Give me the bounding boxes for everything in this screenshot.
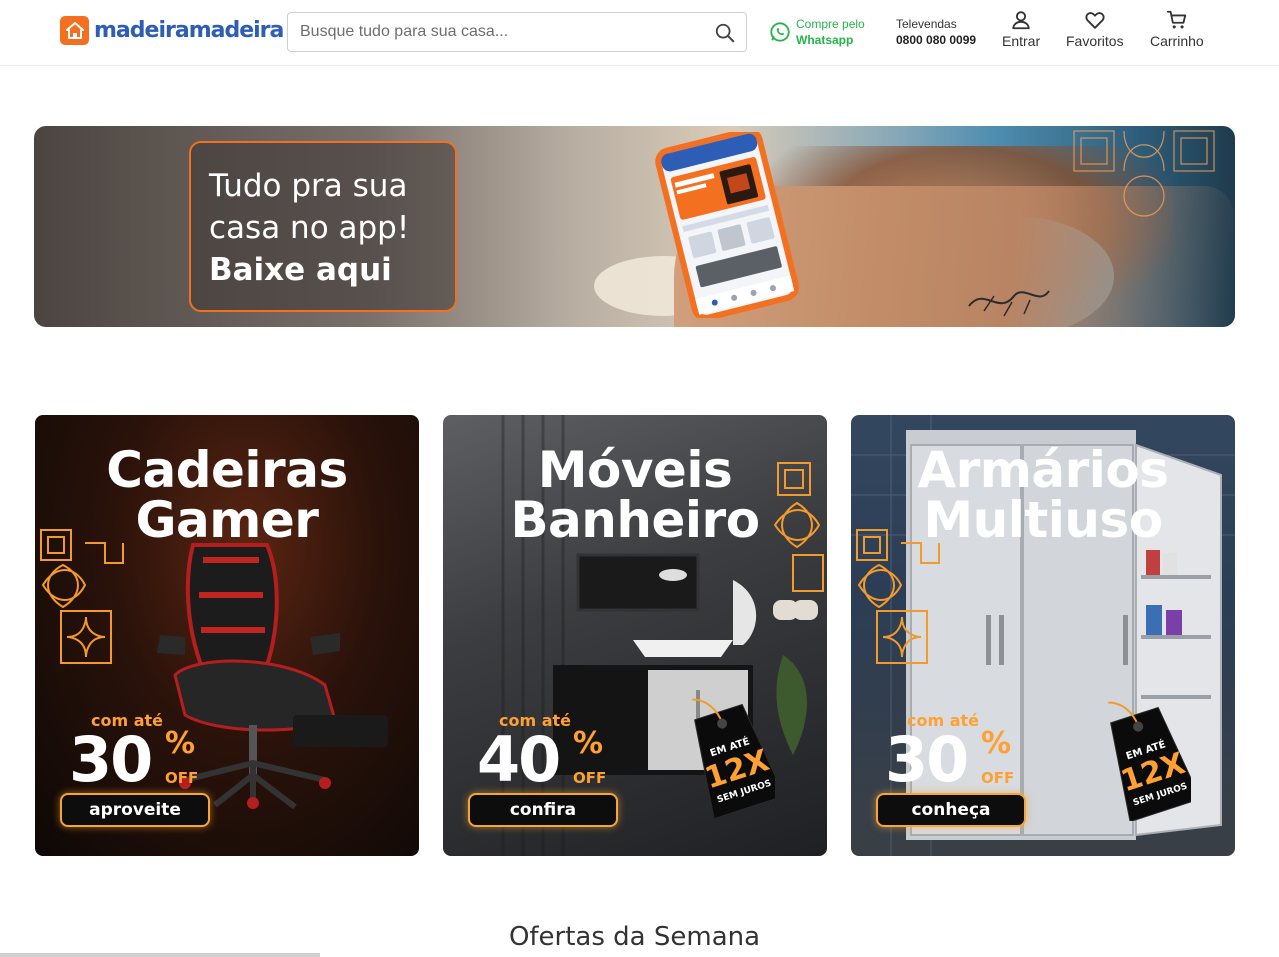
whatsapp-line1: Compre pelo xyxy=(796,17,865,31)
televendas[interactable]: Televendas 0800 080 0099 xyxy=(896,16,976,48)
whatsapp-line2: Whatsapp xyxy=(796,33,854,47)
tattoo-decoration xyxy=(968,290,1050,317)
installment-tag: EM ATÉ 12X SEM JUROS xyxy=(1108,701,1191,821)
card-discount: 30 xyxy=(885,723,969,796)
installment-tag: EM ATÉ 12X SEM JUROS xyxy=(692,698,775,818)
search-bar xyxy=(287,12,747,52)
search-input[interactable] xyxy=(300,13,700,51)
card-title: Cadeiras Gamer xyxy=(106,441,348,549)
promo-card-utility-cabinets[interactable]: Armários Multiuso com até 30 % OFF conheç… xyxy=(851,415,1235,856)
cart-button[interactable]: Carrinho xyxy=(1150,9,1204,49)
televendas-label: Televendas xyxy=(896,17,957,31)
card-percent: % xyxy=(981,726,1012,761)
site-header: madeiramadeira Compre pelo Whatsapp Telev… xyxy=(0,0,1279,66)
card-title: Armários Multiuso xyxy=(917,441,1169,549)
search-icon[interactable] xyxy=(714,22,736,44)
banner-text-box: Tudo pra sua casa no app! Baixe aqui xyxy=(189,141,457,312)
favorites-button[interactable]: Favoritos xyxy=(1066,9,1124,49)
login-button[interactable]: Entrar xyxy=(1002,9,1040,49)
televendas-phone: 0800 080 0099 xyxy=(896,33,977,47)
banner-line1: Tudo pra sua xyxy=(209,168,408,204)
banner-line2: casa no app! xyxy=(209,210,410,246)
promo-card-gaming-chairs[interactable]: Cadeiras Gamer com até 30 % OFF aproveite xyxy=(35,415,419,856)
cart-icon xyxy=(1166,10,1187,29)
whatsapp-icon xyxy=(770,22,790,42)
geometric-decoration xyxy=(1073,130,1215,217)
login-label: Entrar xyxy=(1002,33,1041,49)
app-download-banner[interactable]: Tudo pra sua casa no app! Baixe aqui xyxy=(34,126,1235,327)
card-percent: % xyxy=(165,726,196,761)
cart-label: Carrinho xyxy=(1150,33,1204,49)
offers-section-title: Ofertas da Semana xyxy=(508,922,761,952)
heart-icon xyxy=(1085,12,1105,29)
favorites-label: Favoritos xyxy=(1066,33,1124,49)
card-cta-button[interactable]: aproveite xyxy=(60,793,210,827)
card-off: OFF xyxy=(573,769,607,787)
card-off: OFF xyxy=(981,769,1015,787)
promo-card-bathroom-furniture[interactable]: Móveis Banheiro com até 40 % OFF confira … xyxy=(443,415,827,856)
user-icon xyxy=(1012,11,1030,30)
phone-app-image xyxy=(655,132,799,318)
card-cta-button[interactable]: conheça xyxy=(876,793,1026,827)
card-off: OFF xyxy=(165,769,199,787)
logo-wordmark: madeiramadeira xyxy=(94,17,284,43)
card-discount: 30 xyxy=(69,723,153,796)
card-percent: % xyxy=(573,726,604,761)
house-logo-icon xyxy=(60,16,89,45)
whatsapp-link[interactable]: Compre pelo Whatsapp xyxy=(769,16,865,48)
horizontal-scrollbar[interactable] xyxy=(0,953,320,957)
card-cta-button[interactable]: confira xyxy=(468,793,618,827)
banner-line3: Baixe aqui xyxy=(209,252,392,288)
site-logo[interactable]: madeiramadeira xyxy=(60,16,284,45)
card-discount: 40 xyxy=(477,723,561,796)
card-title: Móveis Banheiro xyxy=(510,441,760,549)
